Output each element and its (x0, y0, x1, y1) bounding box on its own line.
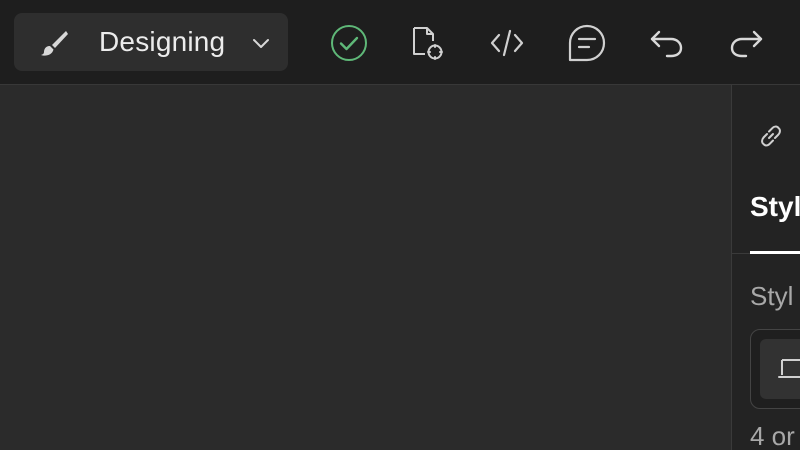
check-circle-icon[interactable] (328, 22, 370, 64)
style-selector (750, 329, 800, 409)
link-icon[interactable] (756, 121, 786, 151)
brush-icon (39, 28, 69, 58)
top-toolbar: Designing (0, 0, 800, 85)
active-tab-indicator (750, 251, 800, 254)
tab-style[interactable]: Styl (750, 191, 800, 223)
section-label: Styl (750, 281, 794, 311)
comment-icon[interactable] (566, 22, 608, 64)
mode-dropdown[interactable]: Designing (14, 13, 288, 71)
redo-icon[interactable] (725, 22, 767, 64)
page-settings-icon[interactable] (407, 22, 449, 64)
app-window: Designing Styl Styl 4 or (0, 0, 800, 450)
chevron-down-icon (249, 31, 273, 55)
selector-option[interactable] (760, 339, 800, 399)
undo-icon[interactable] (646, 22, 688, 64)
mode-label: Designing (99, 26, 226, 57)
style-panel: Styl Styl 4 or (731, 85, 800, 450)
design-canvas[interactable] (0, 85, 731, 450)
footnote-text: 4 or (750, 421, 795, 450)
code-icon[interactable] (486, 22, 528, 64)
